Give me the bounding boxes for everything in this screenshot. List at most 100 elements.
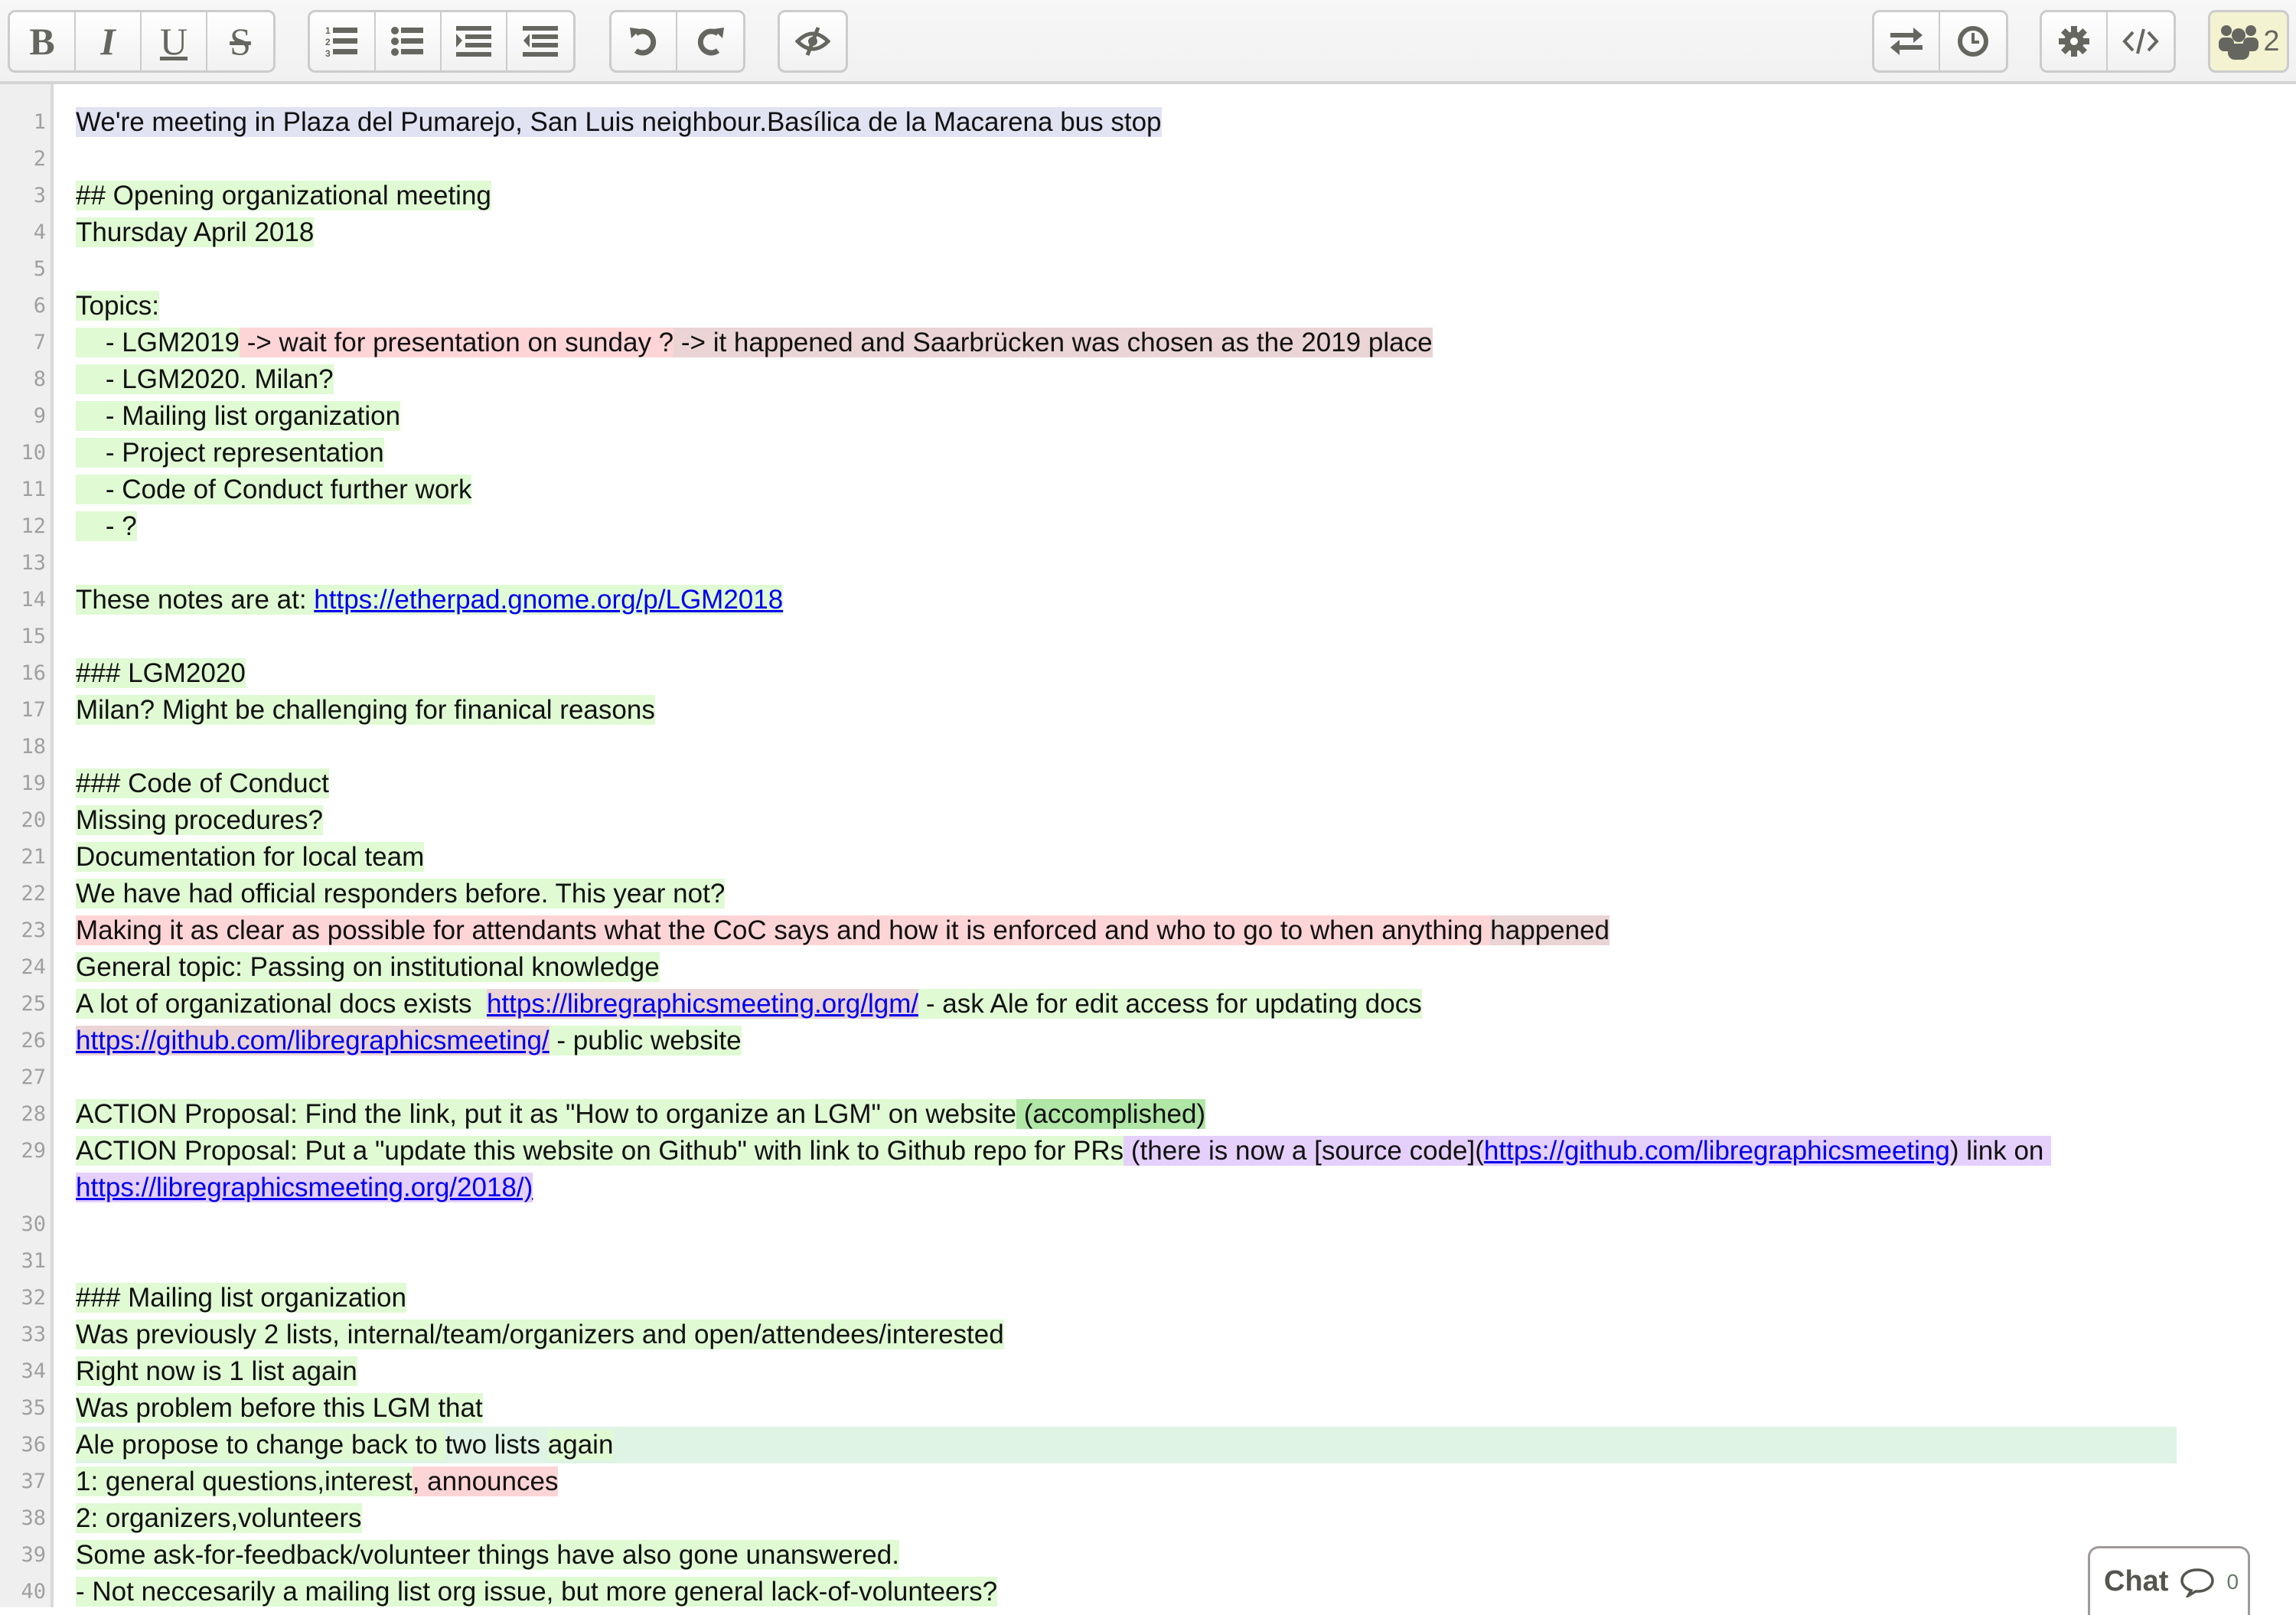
line-content[interactable]: We're meeting in Plaza del Pumarejo, San… bbox=[76, 104, 2296, 141]
pad-editor[interactable]: 1 We're meeting in Plaza del Pumarejo, Sa… bbox=[0, 104, 2296, 1610]
editor-line[interactable]: 32 ### Mailing list organization bbox=[0, 1280, 2296, 1316]
line-content[interactable]: General topic: Passing on institutional … bbox=[76, 949, 2296, 986]
code-icon bbox=[2122, 28, 2159, 54]
line-content[interactable]: Ale propose to change back to two lists … bbox=[76, 1427, 2296, 1463]
outdent-icon bbox=[523, 26, 558, 57]
editor-line[interactable]: 31 bbox=[0, 1243, 2296, 1280]
line-content[interactable]: - LGM2020. Milan? bbox=[76, 361, 2296, 398]
line-content[interactable]: 1: general questions,interest, announces bbox=[76, 1463, 2296, 1500]
line-content[interactable]: - Mailing list organization bbox=[76, 398, 2296, 435]
editor-line[interactable]: 17 Milan? Might be challenging for finani… bbox=[0, 692, 2296, 729]
editor-line[interactable]: 5 bbox=[0, 251, 2296, 288]
strikethrough-button[interactable]: S bbox=[207, 12, 273, 70]
chat-button[interactable]: Chat 0 bbox=[2088, 1546, 2250, 1615]
editor-line[interactable]: 22 We have had official responders before… bbox=[0, 876, 2296, 912]
line-content[interactable]: ACTION Proposal: Find the link, put it a… bbox=[76, 1096, 2296, 1133]
editor-line[interactable]: 18 bbox=[0, 729, 2296, 765]
ordered-list-button[interactable]: 1 2 3 bbox=[310, 12, 376, 70]
undo-button[interactable] bbox=[612, 12, 677, 70]
editor-line[interactable]: 36 Ale propose to change back to two list… bbox=[0, 1427, 2296, 1463]
line-number: 19 bbox=[21, 772, 46, 795]
editor-line[interactable]: 1 We're meeting in Plaza del Pumarejo, Sa… bbox=[0, 104, 2296, 141]
editor-line[interactable]: 29 ACTION Proposal: Put a "update this we… bbox=[0, 1133, 2296, 1206]
outdent-button[interactable] bbox=[507, 12, 573, 70]
clear-authorship-button[interactable] bbox=[780, 12, 846, 70]
line-content[interactable]: Was previously 2 lists, internal/team/or… bbox=[76, 1316, 2296, 1353]
line-content[interactable]: - Code of Conduct further work bbox=[76, 471, 2296, 508]
import-export-button[interactable] bbox=[1874, 12, 1940, 70]
editor-line[interactable]: 12 - ? bbox=[0, 508, 2296, 545]
editor-line[interactable]: 38 2: organizers,volunteers bbox=[0, 1500, 2296, 1537]
hyperlink[interactable]: https://libregraphicsmeeting.org/2018/) bbox=[76, 1173, 533, 1202]
line-content[interactable]: We have had official responders before. … bbox=[76, 876, 2296, 912]
bold-button[interactable]: B bbox=[10, 12, 76, 70]
editor-line[interactable]: 10 - Project representation bbox=[0, 435, 2296, 471]
timeslider-button[interactable] bbox=[1940, 12, 2006, 70]
hyperlink[interactable]: https://libregraphicsmeeting.org/lgm/ bbox=[487, 989, 918, 1019]
line-content[interactable]: ## Opening organizational meeting bbox=[76, 178, 2296, 214]
editor-line[interactable]: 35 Was problem before this LGM that bbox=[0, 1390, 2296, 1427]
underline-button[interactable]: U bbox=[142, 12, 207, 70]
editor-line[interactable]: 15 bbox=[0, 618, 2296, 655]
editor-line[interactable]: 21 Documentation for local team bbox=[0, 839, 2296, 876]
editor-line[interactable]: 2 bbox=[0, 141, 2296, 178]
line-content[interactable]: Was problem before this LGM that bbox=[76, 1390, 2296, 1427]
editor-line[interactable]: 4 Thursday April 2018 bbox=[0, 214, 2296, 251]
embed-button[interactable] bbox=[2108, 12, 2174, 70]
redo-button[interactable] bbox=[677, 12, 743, 70]
editor-line[interactable]: 40 - Not neccesarily a mailing list org i… bbox=[0, 1574, 2296, 1610]
line-content[interactable]: - Project representation bbox=[76, 435, 2296, 471]
editor-line[interactable]: 11 - Code of Conduct further work bbox=[0, 471, 2296, 508]
editor-line[interactable]: 19 ### Code of Conduct bbox=[0, 765, 2296, 802]
unordered-list-button[interactable] bbox=[376, 12, 442, 70]
hyperlink[interactable]: https://github.com/libregraphicsmeeting/ bbox=[76, 1026, 550, 1055]
line-content[interactable]: ### Code of Conduct bbox=[76, 765, 2296, 802]
editor-line[interactable]: 23 Making it as clear as possible for att… bbox=[0, 912, 2296, 949]
editor-line[interactable]: 7 - LGM2019 -> wait for presentation on … bbox=[0, 325, 2296, 361]
editor-line[interactable]: 28 ACTION Proposal: Find the link, put it… bbox=[0, 1096, 2296, 1133]
line-content[interactable]: - Not neccesarily a mailing list org iss… bbox=[76, 1574, 2296, 1610]
indent-button[interactable] bbox=[442, 12, 507, 70]
line-content[interactable]: Missing procedures? bbox=[76, 802, 2296, 839]
line-content[interactable]: ### Mailing list organization bbox=[76, 1280, 2296, 1316]
editor-line[interactable]: 9 - Mailing list organization bbox=[0, 398, 2296, 435]
line-content[interactable]: - ? bbox=[76, 508, 2296, 545]
editor-line[interactable]: 8 - LGM2020. Milan? bbox=[0, 361, 2296, 398]
author-segment: (there is now a [source code]( bbox=[1124, 1136, 1484, 1166]
author-segment: -> it happened and Saarbrücken was chose… bbox=[673, 328, 1433, 357]
editor-line[interactable]: 24 General topic: Passing on institutiona… bbox=[0, 949, 2296, 986]
editor-line[interactable]: 26 https://github.com/libregraphicsmeetin… bbox=[0, 1023, 2296, 1059]
line-content[interactable]: Making it as clear as possible for atten… bbox=[76, 912, 2296, 949]
line-content[interactable]: Right now is 1 list again bbox=[76, 1353, 2296, 1390]
line-content[interactable]: Documentation for local team bbox=[76, 839, 2296, 876]
line-content[interactable]: Milan? Might be challenging for finanica… bbox=[76, 692, 2296, 729]
line-content[interactable]: ### LGM2020 bbox=[76, 655, 2296, 692]
line-content[interactable]: Thursday April 2018 bbox=[76, 214, 2296, 251]
users-button[interactable]: 2 bbox=[2208, 10, 2289, 73]
editor-line[interactable]: 30 bbox=[0, 1206, 2296, 1243]
editor-line[interactable]: 14 These notes are at: https://etherpad.g… bbox=[0, 582, 2296, 618]
editor-line[interactable]: 33 Was previously 2 lists, internal/team/… bbox=[0, 1316, 2296, 1353]
editor-line[interactable]: 27 bbox=[0, 1059, 2296, 1096]
italic-button[interactable]: I bbox=[76, 12, 142, 70]
line-content[interactable]: A lot of organizational docs exists http… bbox=[76, 986, 2296, 1023]
editor-line[interactable]: 13 bbox=[0, 545, 2296, 582]
editor-line[interactable]: 20 Missing procedures? bbox=[0, 802, 2296, 839]
line-content[interactable]: - LGM2019 -> wait for presentation on su… bbox=[76, 325, 2296, 361]
hyperlink[interactable]: https://etherpad.gnome.org/p/LGM2018 bbox=[314, 585, 783, 615]
line-content[interactable]: https://github.com/libregraphicsmeeting/… bbox=[76, 1023, 2296, 1059]
editor-line[interactable]: 39 Some ask-for-feedback/volunteer things… bbox=[0, 1537, 2296, 1574]
editor-line[interactable]: 6 Topics: bbox=[0, 288, 2296, 325]
editor-line[interactable]: 25 A lot of organizational docs exists ht… bbox=[0, 986, 2296, 1023]
line-content[interactable]: 2: organizers,volunteers bbox=[76, 1500, 2296, 1537]
hyperlink[interactable]: https://github.com/libregraphicsmeeting bbox=[1484, 1136, 1950, 1166]
line-content[interactable]: These notes are at: https://etherpad.gno… bbox=[76, 582, 2296, 618]
editor-line[interactable]: 34 Right now is 1 list again bbox=[0, 1353, 2296, 1390]
line-content[interactable]: Some ask-for-feedback/volunteer things h… bbox=[76, 1537, 2296, 1574]
line-content[interactable]: ACTION Proposal: Put a "update this webs… bbox=[76, 1133, 2296, 1206]
line-content[interactable]: Topics: bbox=[76, 288, 2296, 325]
editor-line[interactable]: 16 ### LGM2020 bbox=[0, 655, 2296, 692]
editor-line[interactable]: 3 ## Opening organizational meeting bbox=[0, 178, 2296, 214]
settings-button[interactable] bbox=[2042, 12, 2108, 70]
editor-line[interactable]: 37 1: general questions,interest, announc… bbox=[0, 1463, 2296, 1500]
